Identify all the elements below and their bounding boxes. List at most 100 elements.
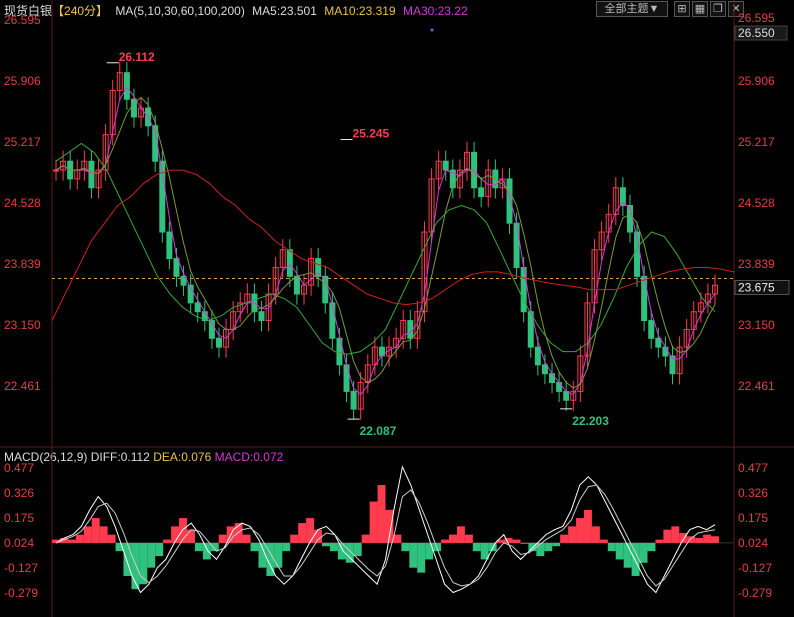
macd-tick-left: -0.127	[4, 561, 38, 575]
candle-body	[272, 266, 279, 295]
candle-body	[279, 249, 286, 268]
theme-dropdown-button[interactable]: 全部主题▼	[596, 1, 668, 17]
candle-body	[584, 302, 591, 357]
candle-body	[244, 293, 251, 304]
diff-line	[55, 465, 716, 594]
candle-body	[180, 275, 187, 286]
macd-bar	[456, 526, 465, 543]
candle-body	[95, 169, 102, 189]
candle-body	[407, 320, 414, 339]
candle-body	[350, 390, 357, 410]
macd-bar	[671, 526, 680, 543]
candle-body	[648, 320, 655, 339]
macd-tick-left: -0.279	[4, 586, 38, 600]
candle-body	[414, 311, 421, 339]
macd-bar	[298, 523, 307, 543]
candle-body	[123, 72, 130, 100]
macd-bar	[187, 529, 195, 543]
macd-tick-left: 0.175	[4, 511, 34, 525]
candle-body	[563, 390, 570, 401]
macd-bar	[417, 542, 426, 573]
candle-body	[215, 337, 222, 348]
macd-bar	[377, 485, 386, 543]
top-price-label: 26.550	[738, 26, 775, 40]
candle-body	[152, 125, 159, 162]
candle-body	[166, 231, 173, 260]
macd-bar	[464, 534, 473, 543]
candle-body	[456, 169, 463, 189]
candle-body	[690, 311, 697, 330]
macd-bar	[409, 542, 418, 568]
marker-dot	[430, 28, 434, 32]
restore-icon[interactable]: ❐	[710, 1, 726, 17]
macd-bar	[210, 542, 219, 552]
macd-bar	[202, 542, 211, 560]
macd-bar	[536, 542, 545, 557]
macd-bar	[552, 542, 561, 547]
high-annotation: 26.112	[119, 50, 155, 64]
grid-icon[interactable]: ▦	[692, 1, 708, 17]
close-icon[interactable]: ✕	[728, 1, 744, 17]
dea-line	[55, 484, 716, 587]
candle-body	[449, 169, 456, 189]
candle-body	[499, 178, 506, 189]
macd-bar	[496, 539, 505, 543]
price-tick-right: 22.461	[738, 379, 775, 393]
candle-body	[541, 364, 548, 375]
candle-body	[230, 311, 237, 330]
candle-body	[74, 169, 81, 180]
macd-bar	[560, 534, 569, 543]
price-tick-right: 23.150	[738, 318, 775, 332]
ma5-value: MA5:23.501	[252, 4, 317, 18]
candle-body	[485, 169, 492, 198]
macd-bar	[83, 526, 92, 543]
symbol-name: 现货白银	[4, 4, 53, 18]
low-annotation: 22.203	[572, 414, 609, 428]
top-price-box	[734, 25, 788, 41]
candle-body	[570, 390, 577, 401]
macd-bar	[226, 526, 235, 543]
macd-bar	[568, 526, 577, 543]
current-price-label: 23.675	[738, 281, 775, 295]
macd-bar	[520, 542, 529, 544]
price-tick-left: 25.906	[4, 74, 41, 88]
price-tick-right: 25.217	[738, 135, 775, 149]
macd-bar	[179, 518, 188, 543]
macd-bar	[67, 539, 76, 543]
macd-bar	[361, 534, 370, 543]
candle-body	[364, 364, 371, 384]
macd-bar	[369, 501, 378, 543]
macd-bar	[250, 542, 259, 552]
period-label[interactable]: 【240分】	[52, 4, 108, 18]
candle-body	[478, 187, 485, 198]
candle-body	[258, 311, 265, 322]
candle-body	[634, 231, 641, 277]
candle-body	[669, 355, 676, 375]
macd-bar	[528, 542, 537, 552]
macd-bar	[234, 523, 243, 543]
candle-body	[428, 178, 435, 233]
low-annotation: 22.087	[360, 424, 397, 438]
candle-body	[322, 275, 329, 304]
plus-square-icon[interactable]: ⊞	[674, 1, 690, 17]
price-tick-right: 24.528	[738, 196, 775, 210]
macd-bar	[583, 509, 592, 543]
candle-body	[704, 293, 711, 304]
macd-bar	[163, 539, 172, 543]
macd-bar	[441, 539, 450, 543]
macd-bar	[504, 537, 513, 543]
macd-bar	[401, 542, 410, 552]
price-tick-right: 25.906	[738, 74, 775, 88]
ma10-line	[55, 96, 716, 389]
macd-bar	[433, 542, 442, 552]
candle-body	[301, 284, 308, 295]
macd-bar	[329, 542, 338, 552]
candle-body	[591, 249, 598, 304]
macd-bar	[59, 537, 68, 543]
macd-bar	[623, 542, 632, 568]
candle-body	[53, 169, 59, 172]
macd-bar	[607, 542, 616, 552]
macd-bar	[242, 534, 251, 543]
candle-body	[88, 160, 95, 189]
candle-body	[513, 222, 520, 268]
